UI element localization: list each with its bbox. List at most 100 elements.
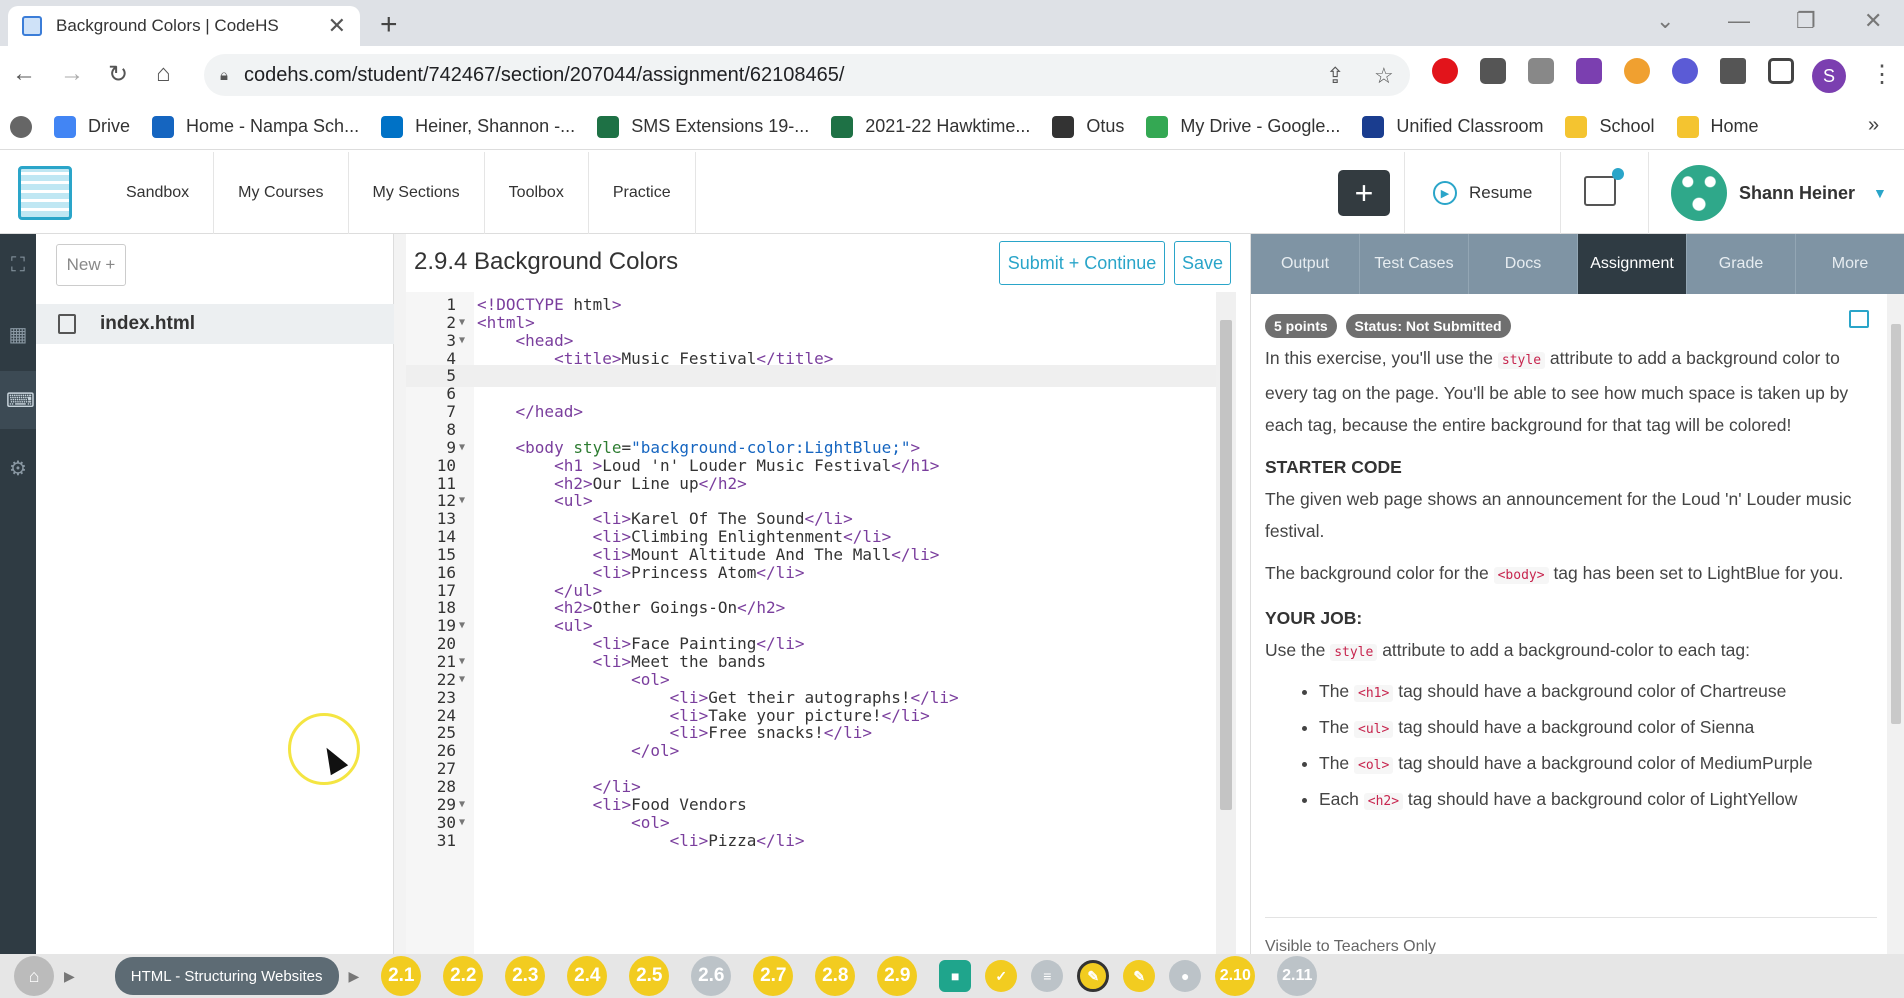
browser-tab[interactable]: Background Colors | CodeHS ✕ bbox=[8, 6, 360, 46]
extension-orange-icon[interactable] bbox=[1624, 58, 1650, 84]
nav-item-sandbox[interactable]: Sandbox bbox=[102, 152, 215, 234]
task-item: The <h1> tag should have a background co… bbox=[1319, 675, 1877, 710]
bookmark-item[interactable]: Home - Nampa Sch... bbox=[152, 115, 359, 138]
bookmark-star-icon[interactable]: ☆ bbox=[1374, 63, 1394, 89]
pencil-icon[interactable]: ✎ bbox=[1123, 960, 1156, 992]
new-tab-icon[interactable]: + bbox=[380, 8, 398, 42]
share-icon[interactable]: ⇪ bbox=[1326, 63, 1344, 89]
extension-grey-icon[interactable] bbox=[1480, 58, 1506, 84]
tab-docs[interactable]: Docs bbox=[1469, 234, 1578, 294]
badge-icon[interactable]: ● bbox=[1169, 960, 1202, 992]
lesson-2-3[interactable]: 2.3 bbox=[505, 956, 546, 996]
bookmark-item[interactable]: Otus bbox=[1052, 115, 1124, 138]
lesson-2-7[interactable]: 2.7 bbox=[753, 956, 794, 996]
intro-paragraph: In this exercise, you'll use the style a… bbox=[1265, 342, 1877, 441]
course-breadcrumb[interactable]: HTML - Structuring Websites bbox=[114, 957, 339, 995]
lock-icon: 🔒︎ bbox=[220, 66, 228, 84]
inline-code: <h2> bbox=[1363, 793, 1404, 810]
extension-star-icon[interactable] bbox=[1672, 58, 1698, 84]
editor-scroll-thumb[interactable] bbox=[1220, 320, 1232, 810]
panel-splitter[interactable] bbox=[394, 234, 406, 954]
url-text[interactable]: codehs.com/student/742467/section/207044… bbox=[244, 64, 844, 87]
minimize-icon[interactable]: — bbox=[1728, 8, 1750, 34]
restore-icon[interactable]: ❐ bbox=[1796, 8, 1816, 34]
bookmark-icon bbox=[1362, 115, 1385, 138]
add-button[interactable]: + bbox=[1338, 170, 1390, 216]
calendar-icon[interactable] bbox=[1584, 168, 1624, 206]
nav-item-practice[interactable]: Practice bbox=[589, 152, 696, 234]
nav-item-my-courses[interactable]: My Courses bbox=[214, 152, 349, 234]
lesson-2-8[interactable]: 2.8 bbox=[815, 956, 856, 996]
bookmark-item[interactable]: Unified Classroom bbox=[1362, 115, 1543, 138]
lesson-2-5[interactable]: 2.5 bbox=[629, 956, 670, 996]
lesson-2-4[interactable]: 2.4 bbox=[567, 956, 608, 996]
pencil-icon[interactable]: ✎ bbox=[1077, 960, 1110, 992]
app-header: Sandbox My Courses My Sections Toolbox Pract… bbox=[0, 152, 1904, 234]
tab-test-cases[interactable]: Test Cases bbox=[1360, 234, 1469, 294]
points-badge: 5 points bbox=[1265, 314, 1337, 338]
lesson-2-11[interactable]: 2.11 bbox=[1277, 956, 1318, 996]
tab-more[interactable]: More bbox=[1796, 234, 1904, 294]
assignment-scrollbar[interactable] bbox=[1887, 294, 1904, 954]
map-icon[interactable]: ⛶ bbox=[6, 254, 30, 278]
tab-assignment[interactable]: Assignment bbox=[1578, 234, 1687, 294]
starter-heading: STARTER CODE bbox=[1265, 457, 1402, 477]
reload-icon[interactable]: ↻ bbox=[108, 60, 128, 89]
sidepanel-icon[interactable] bbox=[1768, 58, 1794, 84]
extension-image-icon[interactable] bbox=[1528, 58, 1554, 84]
save-button[interactable]: Save bbox=[1174, 241, 1231, 285]
bookmark-item[interactable]: 2021-22 Hawktime... bbox=[831, 115, 1030, 138]
lesson-2-2[interactable]: 2.2 bbox=[443, 956, 484, 996]
tab-output[interactable]: Output bbox=[1251, 234, 1360, 294]
forward-icon[interactable]: → bbox=[60, 60, 84, 88]
codehs-logo[interactable] bbox=[18, 166, 72, 220]
extension-red-icon[interactable] bbox=[1432, 58, 1458, 84]
bookmark-globe-icon[interactable] bbox=[10, 115, 32, 138]
home-nav-icon[interactable]: ⌂ bbox=[14, 956, 54, 996]
calendar-rail-icon[interactable]: ▦ bbox=[6, 322, 30, 346]
bookmark-item[interactable]: SMS Extensions 19-... bbox=[597, 115, 809, 138]
doc-icon[interactable]: ≡ bbox=[1031, 960, 1064, 992]
divider bbox=[1265, 917, 1877, 918]
code-editor[interactable]: 1 <!DOCTYPE html> 2 ▼ <html> 3 ▼ <head> 4 <titl… bbox=[406, 292, 1216, 954]
file-item-index[interactable]: index.html bbox=[36, 304, 394, 344]
bookmark-item[interactable]: Drive bbox=[54, 115, 130, 138]
close-window-icon[interactable]: ✕ bbox=[1864, 8, 1882, 34]
onenote-icon[interactable] bbox=[1576, 58, 1602, 84]
inline-code: <body> bbox=[1493, 567, 1549, 584]
back-icon[interactable]: ← bbox=[12, 60, 36, 88]
tab-search-icon[interactable]: ⌄ bbox=[1656, 8, 1674, 34]
tab-title: Background Colors | CodeHS bbox=[56, 16, 279, 35]
bookmark-label: Heiner, Shannon -... bbox=[415, 116, 576, 136]
more-bookmarks-icon[interactable]: » bbox=[1868, 114, 1879, 137]
home-icon[interactable]: ⌂ bbox=[156, 60, 171, 88]
lesson-2-9[interactable]: 2.9 bbox=[877, 956, 918, 996]
new-file-button[interactable]: New + bbox=[56, 244, 126, 286]
assignment-scroll-thumb[interactable] bbox=[1891, 324, 1901, 724]
lesson-2-6[interactable]: 2.6 bbox=[691, 956, 732, 996]
lesson-2-10[interactable]: 2.10 bbox=[1215, 956, 1256, 996]
code-line[interactable]: 31 <li>Pizza</li> bbox=[406, 830, 1216, 852]
bookmark-item[interactable]: Heiner, Shannon -... bbox=[381, 115, 576, 138]
resume-button[interactable]: ▶ Resume bbox=[1404, 152, 1562, 234]
close-tab-icon[interactable]: ✕ bbox=[328, 13, 346, 39]
address-bar[interactable]: 🔒︎ codehs.com/student/742467/section/207… bbox=[204, 54, 1410, 96]
video-icon[interactable]: ■ bbox=[939, 960, 972, 992]
submit-continue-button[interactable]: Submit + Continue bbox=[999, 241, 1165, 285]
bookmark-item[interactable]: School bbox=[1565, 115, 1655, 138]
tab-grade[interactable]: Grade bbox=[1687, 234, 1796, 294]
code-icon[interactable]: ⌨ bbox=[6, 388, 35, 412]
settings-gear-icon[interactable]: ⚙ bbox=[6, 456, 30, 480]
bookmark-item[interactable]: My Drive - Google... bbox=[1146, 115, 1340, 138]
check-icon[interactable]: ✓ bbox=[985, 960, 1018, 992]
notification-dot bbox=[1612, 168, 1624, 180]
user-menu[interactable]: Shann Heiner ▼ bbox=[1648, 152, 1904, 234]
extensions-puzzle-icon[interactable] bbox=[1720, 58, 1746, 84]
bookmark-item[interactable]: Home bbox=[1676, 115, 1759, 138]
lesson-2-1[interactable]: 2.1 bbox=[381, 956, 422, 996]
nav-item-toolbox[interactable]: Toolbox bbox=[485, 152, 589, 234]
editor-scrollbar[interactable] bbox=[1216, 292, 1236, 954]
nav-item-my-sections[interactable]: My Sections bbox=[349, 152, 485, 234]
profile-avatar[interactable]: S bbox=[1812, 59, 1846, 93]
browser-menu-icon[interactable]: ⋮ bbox=[1870, 60, 1894, 89]
